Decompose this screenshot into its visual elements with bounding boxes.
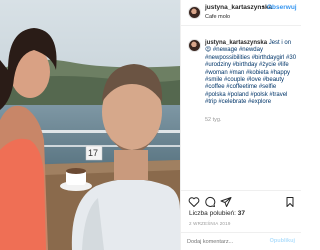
post-header: justyna_kartaszynska • Obserwuj Cafe mol…: [181, 0, 301, 26]
comment-input[interactable]: [187, 236, 272, 247]
comment-icon[interactable]: [204, 196, 216, 208]
post-photo[interactable]: 17: [0, 0, 180, 250]
location-link[interactable]: Cafe molo: [205, 14, 230, 20]
comment-bar: Opublikuj: [181, 232, 301, 250]
caption-text: Jest i on 😍 #newage #newday #newpossibil…: [205, 40, 297, 106]
post-actions: [181, 190, 301, 207]
caption-avatar[interactable]: [188, 39, 201, 52]
bookmark-icon[interactable]: [284, 196, 296, 208]
table-number: 17: [88, 148, 99, 158]
caption-username[interactable]: justyna_kartaszynska: [205, 40, 267, 46]
avatar[interactable]: [188, 6, 201, 19]
post-date: 2 WRZEŚNIA 2019: [189, 221, 231, 226]
post-sidebar: justyna_kartaszynska • Obserwuj Cafe mol…: [180, 0, 301, 250]
likes-label: Liczba polubień:: [189, 210, 236, 217]
heart-icon[interactable]: [188, 196, 200, 208]
publish-button[interactable]: Opublikuj: [270, 238, 295, 244]
separator-dot: •: [262, 4, 265, 11]
post-photo-image: [0, 0, 180, 250]
caption-time[interactable]: 52 tyg.: [205, 117, 222, 123]
post-caption: justyna_kartaszynska Jest i on 😍 #newage…: [205, 40, 297, 107]
follow-button[interactable]: Obserwuj: [267, 4, 297, 11]
share-icon[interactable]: [220, 196, 232, 208]
likes-count[interactable]: Liczba polubień: 37: [189, 210, 245, 217]
likes-number: 37: [237, 210, 246, 217]
